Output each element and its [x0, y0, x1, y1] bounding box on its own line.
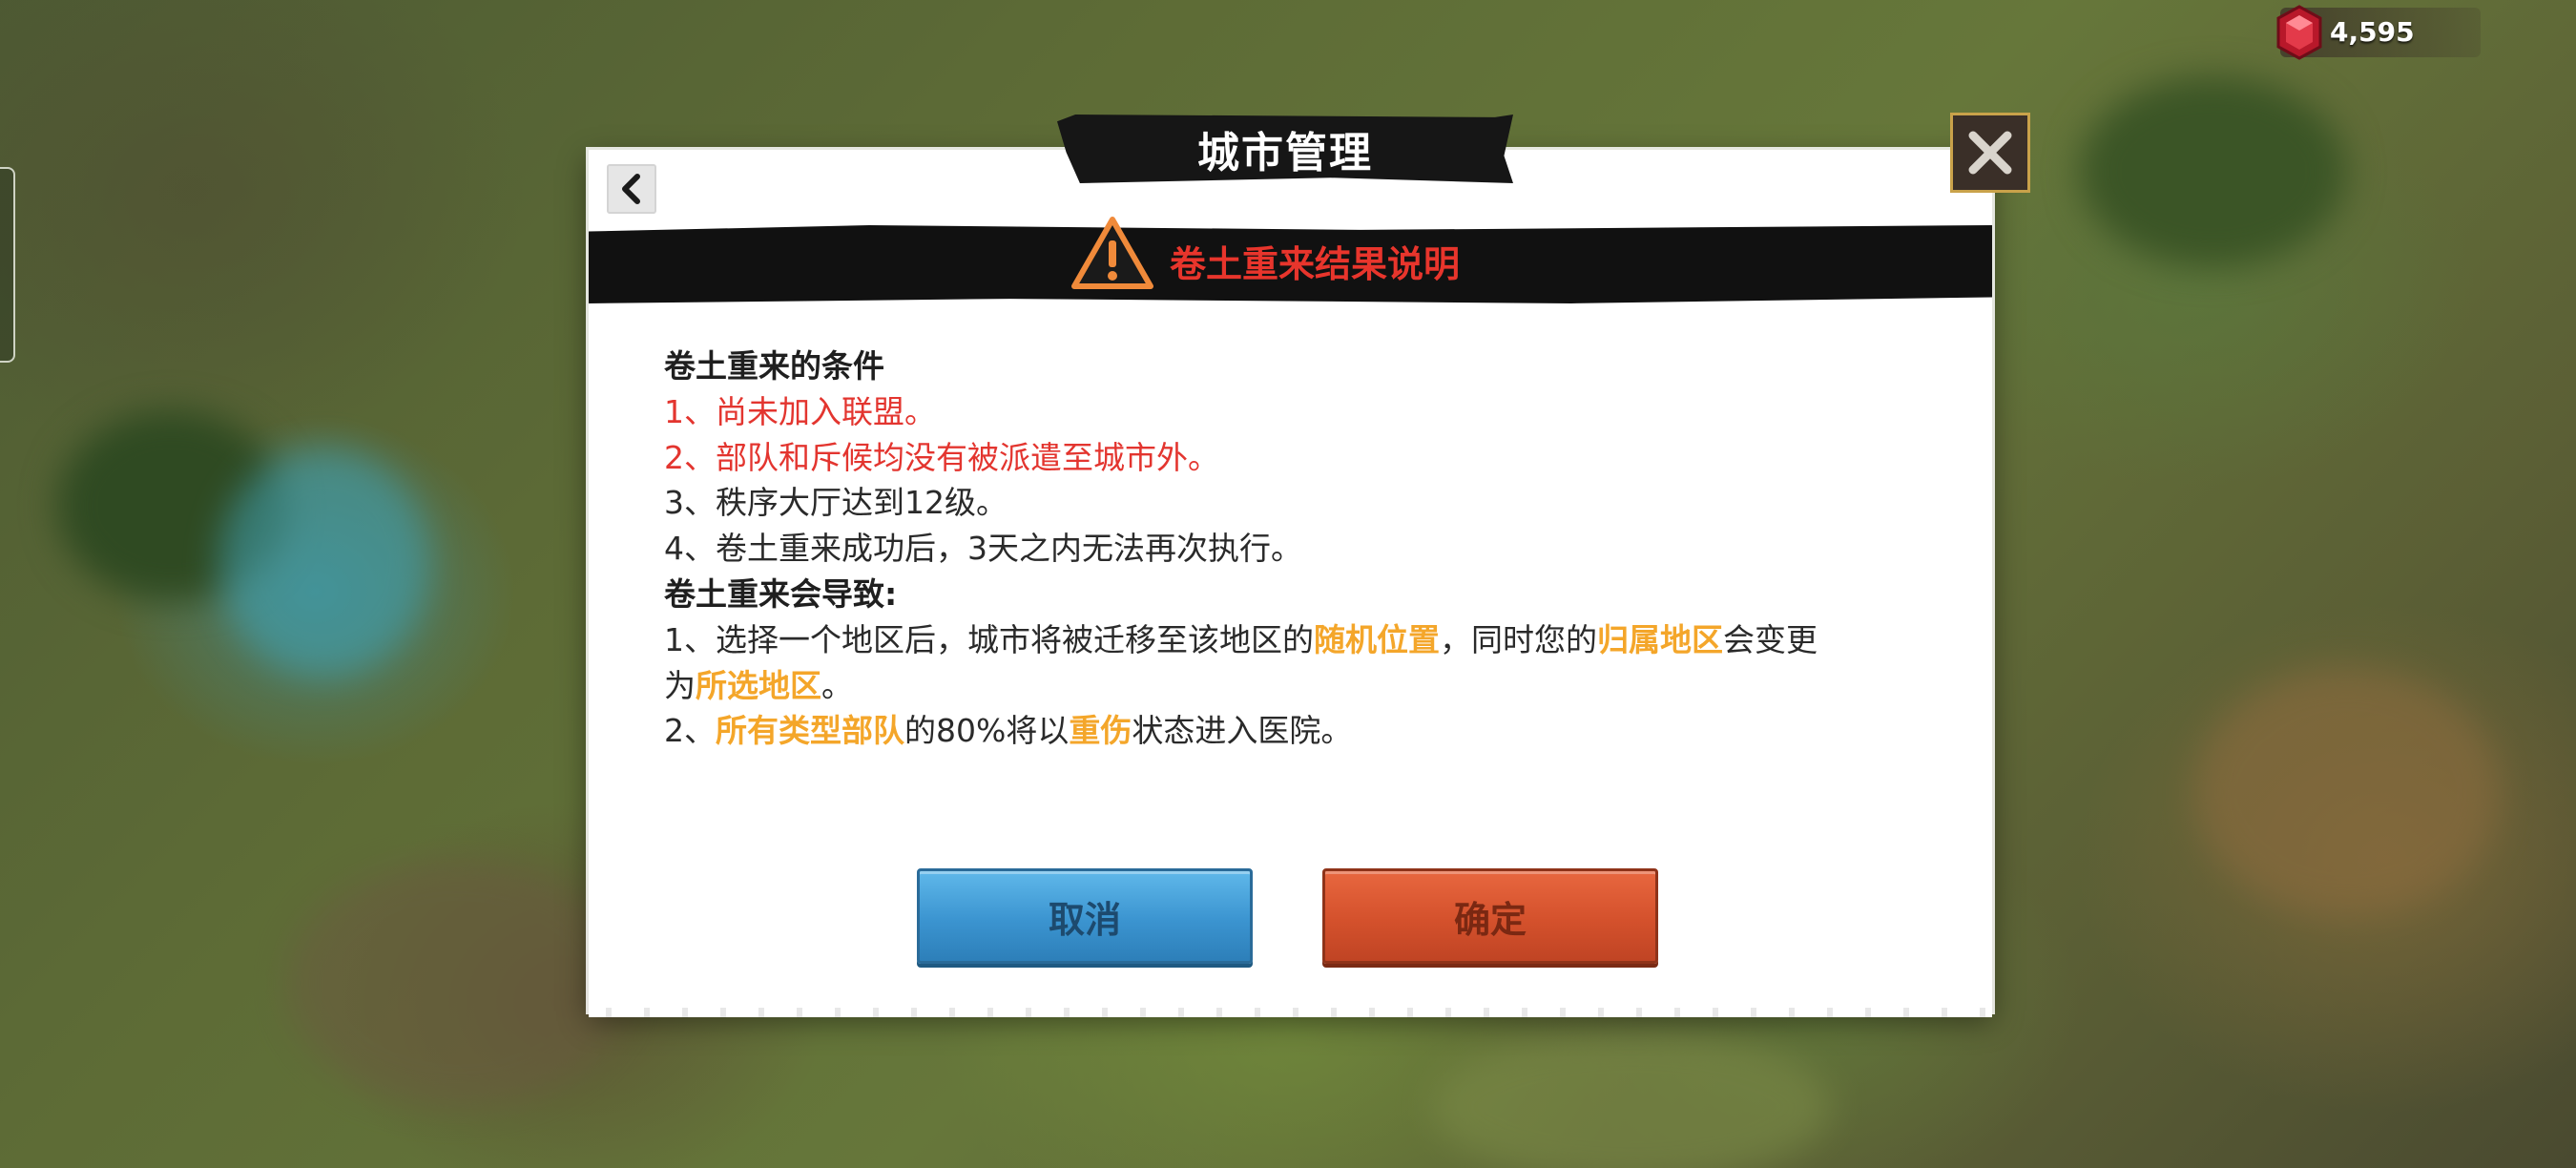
gem-count: 4,595: [2330, 16, 2415, 48]
game-map-background: 4,595 城市管理 卷土重来结果说明 卷土重来的条件 1、尚未加入联盟。 2、…: [0, 0, 2576, 1168]
effect-text: 。: [821, 666, 853, 704]
effect-text: 1、选择一个地区后，城市将被迁移至该地区的: [664, 620, 1314, 658]
dialog-title-banner: 城市管理: [1057, 115, 1513, 183]
dialog-subtitle: 卷土重来结果说明: [1170, 243, 1461, 285]
condition-item: 2、部队和斥候均没有被派遣至城市外。: [664, 438, 1219, 476]
effect-text: 的80%将以: [904, 712, 1070, 750]
warning-triangle-icon: [1071, 217, 1153, 289]
map-forest: [2080, 76, 2347, 267]
effect-text: 会变更: [1723, 620, 1818, 658]
close-button[interactable]: [1950, 113, 2030, 193]
highlight-text: 随机位置: [1314, 620, 1440, 658]
map-water: [219, 448, 429, 678]
conditions-heading: 卷土重来的条件: [664, 347, 884, 385]
condition-item: 3、秩序大厅达到12级。: [664, 484, 1008, 522]
highlight-text: 所选地区: [696, 666, 821, 704]
highlight-text: 所有类型部队: [716, 712, 904, 750]
cancel-button[interactable]: 取消: [917, 868, 1253, 964]
effect-item-2: 2、所有类型部队的80%将以重伤状态进入医院。: [664, 708, 1904, 754]
highlight-text: 归属地区: [1597, 620, 1723, 658]
effect-text: 为: [664, 666, 696, 704]
chevron-left-icon: [622, 174, 640, 204]
highlight-text: 重伤: [1069, 712, 1132, 750]
red-gem-icon: [2276, 5, 2322, 60]
map-buildings: [286, 859, 630, 1107]
map-buildings: [2194, 668, 2500, 916]
confirm-button[interactable]: 确定: [1322, 868, 1658, 964]
effect-item-1-continued: 为所选地区。: [664, 663, 1904, 709]
effect-item-1: 1、选择一个地区后，城市将被迁移至该地区的随机位置，同时您的归属地区会变更: [664, 617, 1904, 663]
side-panel-tab[interactable]: [0, 167, 15, 363]
effects-heading: 卷土重来会导致:: [664, 574, 898, 613]
effect-text: 状态进入医院。: [1132, 712, 1353, 750]
condition-item: 1、尚未加入联盟。: [664, 392, 936, 430]
condition-item: 4、卷土重来成功后，3天之内无法再次执行。: [664, 530, 1302, 568]
dialog-title: 城市管理: [1197, 129, 1373, 177]
map-field: [1431, 1031, 1832, 1168]
effect-text: ，同时您的: [1440, 620, 1597, 658]
dialog-body: 卷土重来的条件 1、尚未加入联盟。 2、部队和斥候均没有被派遣至城市外。 3、秩…: [664, 344, 1904, 754]
effect-text: 2、: [664, 712, 716, 750]
close-x-icon: [1968, 131, 2012, 175]
back-button[interactable]: [607, 164, 656, 214]
